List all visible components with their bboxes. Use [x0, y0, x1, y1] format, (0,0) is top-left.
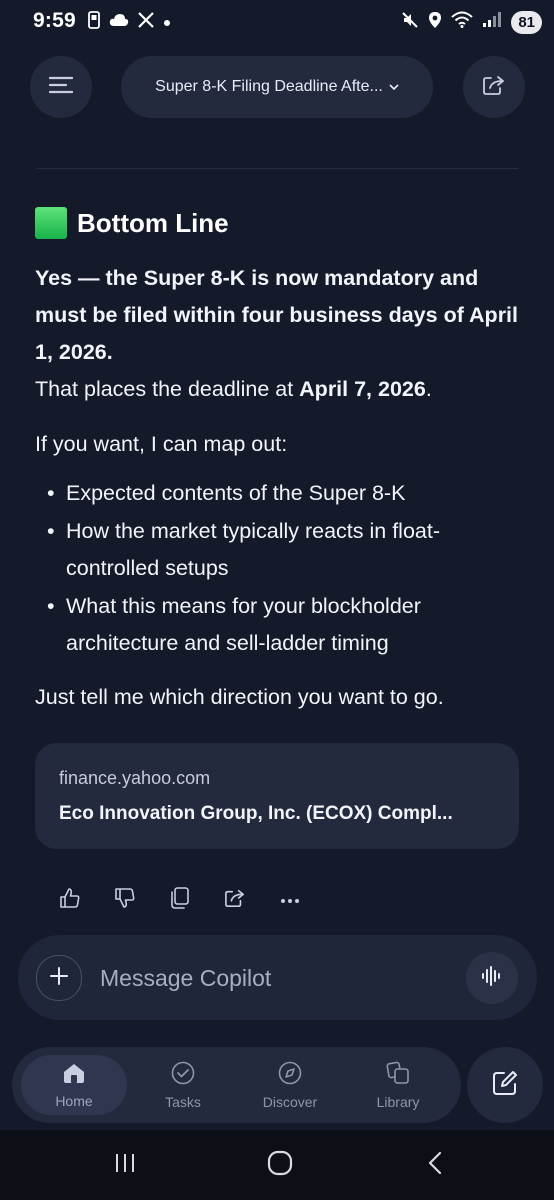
thumbs-down-icon	[114, 887, 136, 914]
list-item: How the market typically reacts in float…	[35, 513, 525, 588]
conversation-title-dropdown[interactable]: Super 8-K Filing Deadline Afte...	[121, 56, 433, 118]
check-circle-icon	[171, 1061, 195, 1088]
nav-tasks-label: Tasks	[165, 1093, 201, 1110]
nav-home[interactable]: Home	[21, 1055, 127, 1115]
share-conversation-button[interactable]	[463, 56, 525, 118]
menu-icon	[48, 76, 74, 99]
compass-icon	[278, 1061, 302, 1088]
deadline-date: April 7, 2026	[299, 377, 426, 401]
attach-button[interactable]	[36, 955, 82, 1001]
deadline-line: That places the deadline at April 7, 202…	[35, 371, 525, 408]
more-button[interactable]	[262, 880, 317, 920]
nav-discover-label: Discover	[262, 1093, 318, 1110]
nav-library[interactable]: Library	[345, 1055, 451, 1115]
conversation-title: Super 8-K Filing Deadline Afte...	[155, 78, 383, 95]
deadline-prefix: That places the deadline at	[35, 377, 300, 401]
copy-icon	[170, 886, 190, 914]
message-actions	[42, 880, 317, 920]
home-icon	[62, 1062, 86, 1087]
share-message-button[interactable]	[207, 880, 262, 920]
plus-icon	[49, 966, 69, 991]
status-time: 9:59	[33, 9, 76, 32]
thumbs-down-button[interactable]	[97, 880, 152, 920]
source-domain: finance.yahoo.com	[59, 768, 211, 788]
status-right-icons: 81	[401, 9, 542, 35]
recent-apps-button[interactable]	[105, 1148, 145, 1182]
share-icon	[224, 888, 246, 913]
closing-line: Just tell me which direction you want to…	[35, 684, 444, 709]
system-home-button[interactable]	[260, 1148, 300, 1182]
more-icon	[280, 891, 300, 909]
status-bar: 9:59 81	[0, 0, 554, 44]
system-back-button[interactable]	[415, 1148, 455, 1182]
status-left-icons	[88, 11, 171, 33]
copy-button[interactable]	[152, 880, 207, 920]
system-navigation-bar	[0, 1130, 554, 1200]
message-input[interactable]	[98, 957, 442, 999]
back-chevron-icon	[427, 1151, 443, 1180]
compose-icon	[491, 1069, 519, 1102]
deadline-suffix: .	[425, 377, 432, 401]
wifi-icon	[451, 11, 473, 33]
message-composer	[18, 935, 537, 1020]
recent-apps-icon	[114, 1152, 136, 1179]
share-icon	[482, 74, 506, 101]
list-item: Expected contents of the Super 8-K	[35, 475, 525, 513]
new-chat-button[interactable]	[467, 1047, 543, 1123]
assistant-message: Bottom Line Yes — the Super 8-K is now m…	[35, 200, 525, 716]
nav-home-label: Home	[55, 1092, 93, 1109]
battery-indicator: 81	[511, 10, 542, 34]
source-title: Eco Innovation Group, Inc. (ECOX) Compl.…	[59, 803, 453, 824]
voice-button[interactable]	[466, 952, 518, 1004]
copilot-app: 9:59 81 Super 8-K Filing Deadline Afte..…	[0, 0, 554, 1200]
message-heading-row: Bottom Line	[35, 200, 525, 246]
list-item: What this means for your blockholder arc…	[35, 588, 525, 663]
chevron-down-icon	[389, 78, 399, 96]
source-card[interactable]: finance.yahoo.com Eco Innovation Group, …	[35, 743, 519, 849]
dot-icon	[163, 14, 171, 31]
nav-discover[interactable]: Discover	[237, 1055, 343, 1115]
header-divider	[36, 168, 518, 169]
phone-storage-icon	[88, 11, 100, 33]
mute-icon	[401, 11, 419, 34]
cloud-icon	[109, 13, 129, 31]
signal-icon	[482, 11, 502, 33]
thumbs-up-icon	[59, 887, 81, 914]
bullet-list: Expected contents of the Super 8-K How t…	[35, 475, 525, 663]
bottom-navigation: Home Tasks Discover Library	[12, 1047, 461, 1123]
library-icon	[386, 1061, 410, 1088]
menu-button[interactable]	[30, 56, 92, 118]
voice-waveform-icon	[481, 965, 503, 992]
home-circle-icon	[267, 1150, 293, 1181]
x-logo-icon	[138, 12, 154, 32]
location-icon	[428, 11, 442, 34]
thumbs-up-button[interactable]	[42, 880, 97, 920]
nav-tasks[interactable]: Tasks	[130, 1055, 236, 1115]
map-intro: If you want, I can map out:	[35, 432, 288, 456]
nav-library-label: Library	[376, 1093, 420, 1110]
message-heading: Bottom Line	[77, 207, 229, 238]
bold-answer: Yes — the Super 8-K is now mandatory and…	[35, 266, 519, 364]
green-square-icon	[35, 207, 67, 239]
